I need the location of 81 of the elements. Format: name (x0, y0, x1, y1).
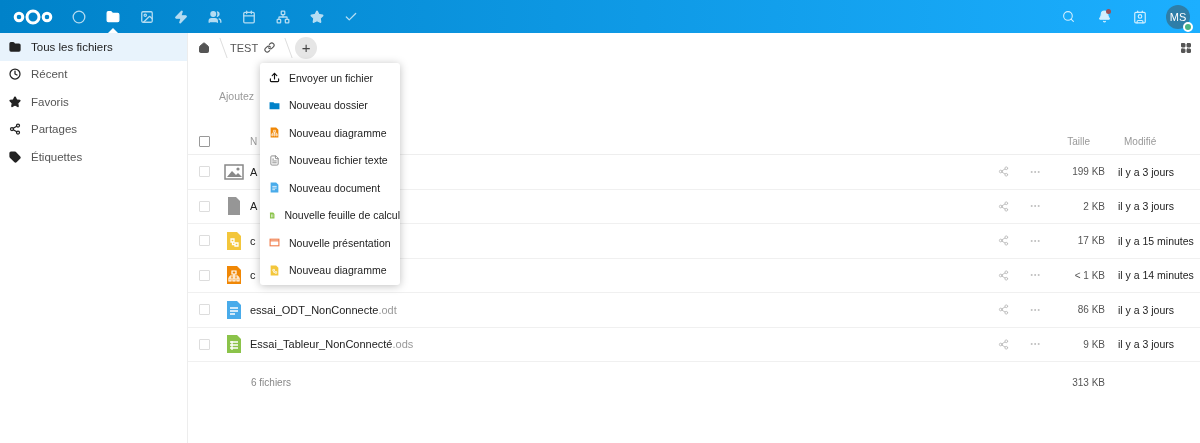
menu-item[interactable]: Nouveau diagramme (260, 256, 400, 284)
home-icon[interactable] (198, 41, 210, 54)
contacts-icon[interactable] (1133, 9, 1147, 24)
file-size: 17 KB (1076, 235, 1105, 247)
row-checkbox[interactable] (199, 200, 210, 212)
tag-icon (9, 150, 21, 163)
search-icon[interactable] (1061, 10, 1075, 23)
menu-item[interactable]: Nouvelle feuille de calcul (260, 201, 400, 229)
file-size: 199 KB (1071, 166, 1105, 178)
modified-date: il y a 15 minutes (1118, 234, 1195, 247)
file-name[interactable]: essai_ODT_NonConnecte.odt (250, 303, 397, 316)
document-icon (224, 299, 244, 320)
row-checkbox[interactable] (199, 269, 210, 281)
modified-date: il y a 14 minutes (1118, 269, 1195, 282)
total-size: 313 KB (1071, 376, 1105, 388)
select-all-checkbox[interactable] (199, 135, 210, 147)
sidebar-item[interactable]: Partages (0, 115, 187, 143)
breadcrumb[interactable]: TEST (230, 41, 259, 54)
star-icon (310, 9, 324, 24)
folder-icon (9, 40, 21, 53)
circle-icon (72, 9, 86, 24)
lightning-icon (174, 9, 188, 24)
document-icon (269, 182, 280, 194)
menu-item[interactable]: Nouveau diagramme (260, 119, 400, 147)
sidebar-item[interactable]: Favoris (0, 88, 187, 116)
modified-date: il y a 3 jours (1118, 165, 1176, 178)
file-size: < 1 KB (1073, 269, 1105, 281)
row-checkbox[interactable] (199, 304, 210, 316)
share-icon[interactable] (997, 235, 1009, 247)
file-name[interactable]: c (250, 269, 256, 282)
row-checkbox[interactable] (199, 166, 210, 178)
menu-item[interactable]: Nouveau document (260, 174, 400, 202)
file-name[interactable]: Essai_Tableur_NonConnecté.ods (250, 338, 414, 351)
grid-view-icon[interactable] (1180, 41, 1192, 54)
file-size: 86 KB (1076, 304, 1105, 316)
hint-text: Ajoutez (219, 90, 255, 102)
share-icon (9, 123, 21, 136)
share-icon[interactable] (997, 269, 1009, 281)
text-file-icon (269, 154, 280, 166)
star-icon (9, 95, 21, 108)
share-icon[interactable] (997, 166, 1009, 178)
file-size: 2 KB (1082, 200, 1105, 212)
menu-item[interactable]: Nouvelle présentation (260, 229, 400, 257)
new-button[interactable]: + (295, 36, 318, 59)
sidebar-item[interactable]: Tous les fichiers (0, 33, 187, 61)
folder-icon (269, 99, 280, 111)
link-icon[interactable] (264, 42, 276, 53)
calendar-icon (242, 9, 256, 24)
image-file-icon (224, 161, 244, 182)
sidebar-item[interactable]: Récent (0, 60, 187, 88)
diagram-icon (224, 230, 244, 251)
file-name[interactable]: A (250, 165, 258, 178)
clock-icon (9, 68, 21, 81)
diagram-icon (269, 264, 280, 276)
folder-icon (106, 9, 120, 24)
share-icon[interactable] (997, 338, 1009, 350)
share-icon[interactable] (997, 304, 1009, 316)
modified-date: il y a 3 jours (1118, 200, 1176, 213)
sidebar-item[interactable]: Étiquettes (0, 143, 187, 171)
row-checkbox[interactable] (199, 338, 210, 350)
row-checkbox[interactable] (199, 235, 210, 247)
file-count: 6 fichiers (251, 376, 292, 388)
menu-item[interactable]: Nouveau dossier (260, 91, 400, 119)
file-name[interactable]: A (250, 200, 258, 213)
spreadsheet-icon (224, 334, 244, 355)
bell-icon[interactable] (1097, 10, 1111, 23)
modified-date: il y a 3 jours (1118, 338, 1176, 351)
modified-date: il y a 3 jours (1118, 303, 1176, 316)
avatar[interactable]: MS (1166, 4, 1190, 29)
menu-item[interactable]: Envoyer un fichier (260, 64, 400, 92)
network-icon (276, 9, 290, 24)
menu-item[interactable]: Nouveau fichier texte (260, 146, 400, 174)
chart-file-icon (224, 265, 244, 286)
presentation-icon (269, 237, 280, 249)
image-icon (140, 9, 154, 24)
share-icon[interactable] (997, 200, 1009, 212)
upload-icon (269, 72, 280, 84)
file-name[interactable]: c (250, 234, 256, 247)
chart-file-icon (269, 127, 280, 139)
people-icon (208, 9, 222, 24)
file-size: 9 KB (1082, 338, 1105, 350)
